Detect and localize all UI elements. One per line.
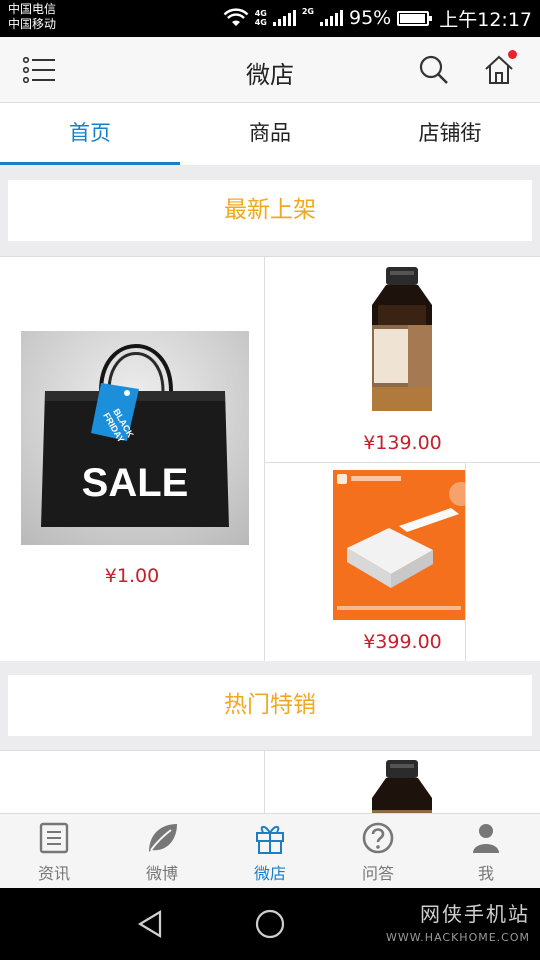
- product-image-bottle: [334, 265, 470, 415]
- home-button[interactable]: [477, 48, 521, 92]
- nav-label: 我: [477, 864, 494, 883]
- battery-icon: [397, 10, 433, 26]
- shopping-bag-icon: BLACK FRIDAY SALE: [41, 344, 229, 527]
- signal-2-icon: [320, 10, 343, 26]
- product-card-bottle-2[interactable]: [265, 751, 540, 813]
- home-circle-icon[interactable]: [254, 908, 286, 940]
- product-grid-new: BLACK FRIDAY SALE ¥1.00 ¥139.00 ¥399.00: [0, 256, 540, 661]
- notification-badge: [508, 50, 517, 59]
- bottle-icon: [372, 760, 432, 813]
- nav-me[interactable]: 我: [432, 814, 540, 888]
- product-card-bottle[interactable]: ¥139.00: [265, 257, 540, 462]
- bottle-icon: [372, 267, 432, 411]
- signal-1-icon: [272, 10, 296, 26]
- app-bar: 微店: [0, 37, 540, 103]
- nav-label: 微博: [145, 864, 178, 883]
- network-1: 4G 4G: [254, 9, 267, 27]
- clock: 上午12:17: [439, 8, 532, 31]
- product-grid-hot: [0, 750, 540, 813]
- nav-news[interactable]: 资讯: [0, 814, 108, 888]
- nav-qa[interactable]: 问答: [324, 814, 432, 888]
- person-icon: [473, 824, 499, 853]
- gift-icon: [256, 825, 284, 854]
- section-title-new-arrivals: 最新上架: [8, 180, 532, 241]
- watermark-name: 网侠手机站: [420, 902, 530, 926]
- question-icon: [362, 822, 394, 854]
- page-title: 微店: [246, 61, 294, 89]
- nav-label: 微店: [253, 864, 286, 883]
- back-icon[interactable]: [136, 909, 166, 939]
- product-image-mi-box: [333, 470, 473, 620]
- status-bar: 中国电信 中国移动 4G 4G 2G 95% 上午12:17: [0, 0, 540, 37]
- wifi-icon: [223, 8, 249, 26]
- tab-home[interactable]: 首页: [0, 103, 180, 165]
- network-2: 2G: [301, 7, 314, 16]
- home-icon: [485, 55, 513, 84]
- nav-label: 资讯: [37, 864, 70, 883]
- tv-box-icon: [337, 474, 473, 610]
- bottom-nav: 资讯 微博 微店 问答 我: [0, 813, 540, 888]
- carrier-labels: 中国电信 中国移动: [8, 2, 56, 32]
- product-card-mi-box[interactable]: ¥399.00: [265, 463, 540, 661]
- product-card-sale-bag[interactable]: BLACK FRIDAY SALE ¥1.00: [0, 257, 264, 661]
- tab-shop-street[interactable]: 店铺街: [360, 103, 540, 165]
- nav-shop[interactable]: 微店: [216, 814, 324, 888]
- news-icon: [39, 822, 69, 854]
- svg-text:SALE: SALE: [82, 461, 189, 505]
- watermark: 网侠手机站 WWW.HACKHOME.COM: [386, 898, 530, 944]
- search-button[interactable]: [412, 48, 456, 92]
- search-icon: [419, 55, 448, 84]
- status-icons: 4G 4G 2G 95% 上午12:17: [223, 5, 532, 31]
- top-tabs: 首页 商品 店铺街: [0, 103, 540, 165]
- nav-weibo[interactable]: 微博: [108, 814, 216, 888]
- product-card[interactable]: [0, 751, 264, 813]
- nav-label: 问答: [361, 864, 394, 883]
- system-nav-bar: 网侠手机站 WWW.HACKHOME.COM: [0, 888, 540, 960]
- product-image-sale-bag: BLACK FRIDAY SALE: [21, 331, 249, 545]
- watermark-url: WWW.HACKHOME.COM: [385, 931, 530, 944]
- section-title-hot-sales: 热门特销: [8, 675, 532, 736]
- tab-products[interactable]: 商品: [180, 103, 360, 165]
- product-price: ¥139.00: [363, 432, 442, 454]
- leaf-icon: [149, 824, 177, 852]
- carrier-2: 中国移动: [8, 17, 57, 31]
- product-price: ¥399.00: [363, 631, 442, 653]
- carrier-1: 中国电信: [8, 2, 57, 16]
- product-price: ¥1.00: [104, 565, 160, 587]
- battery-percent: 95%: [349, 7, 392, 29]
